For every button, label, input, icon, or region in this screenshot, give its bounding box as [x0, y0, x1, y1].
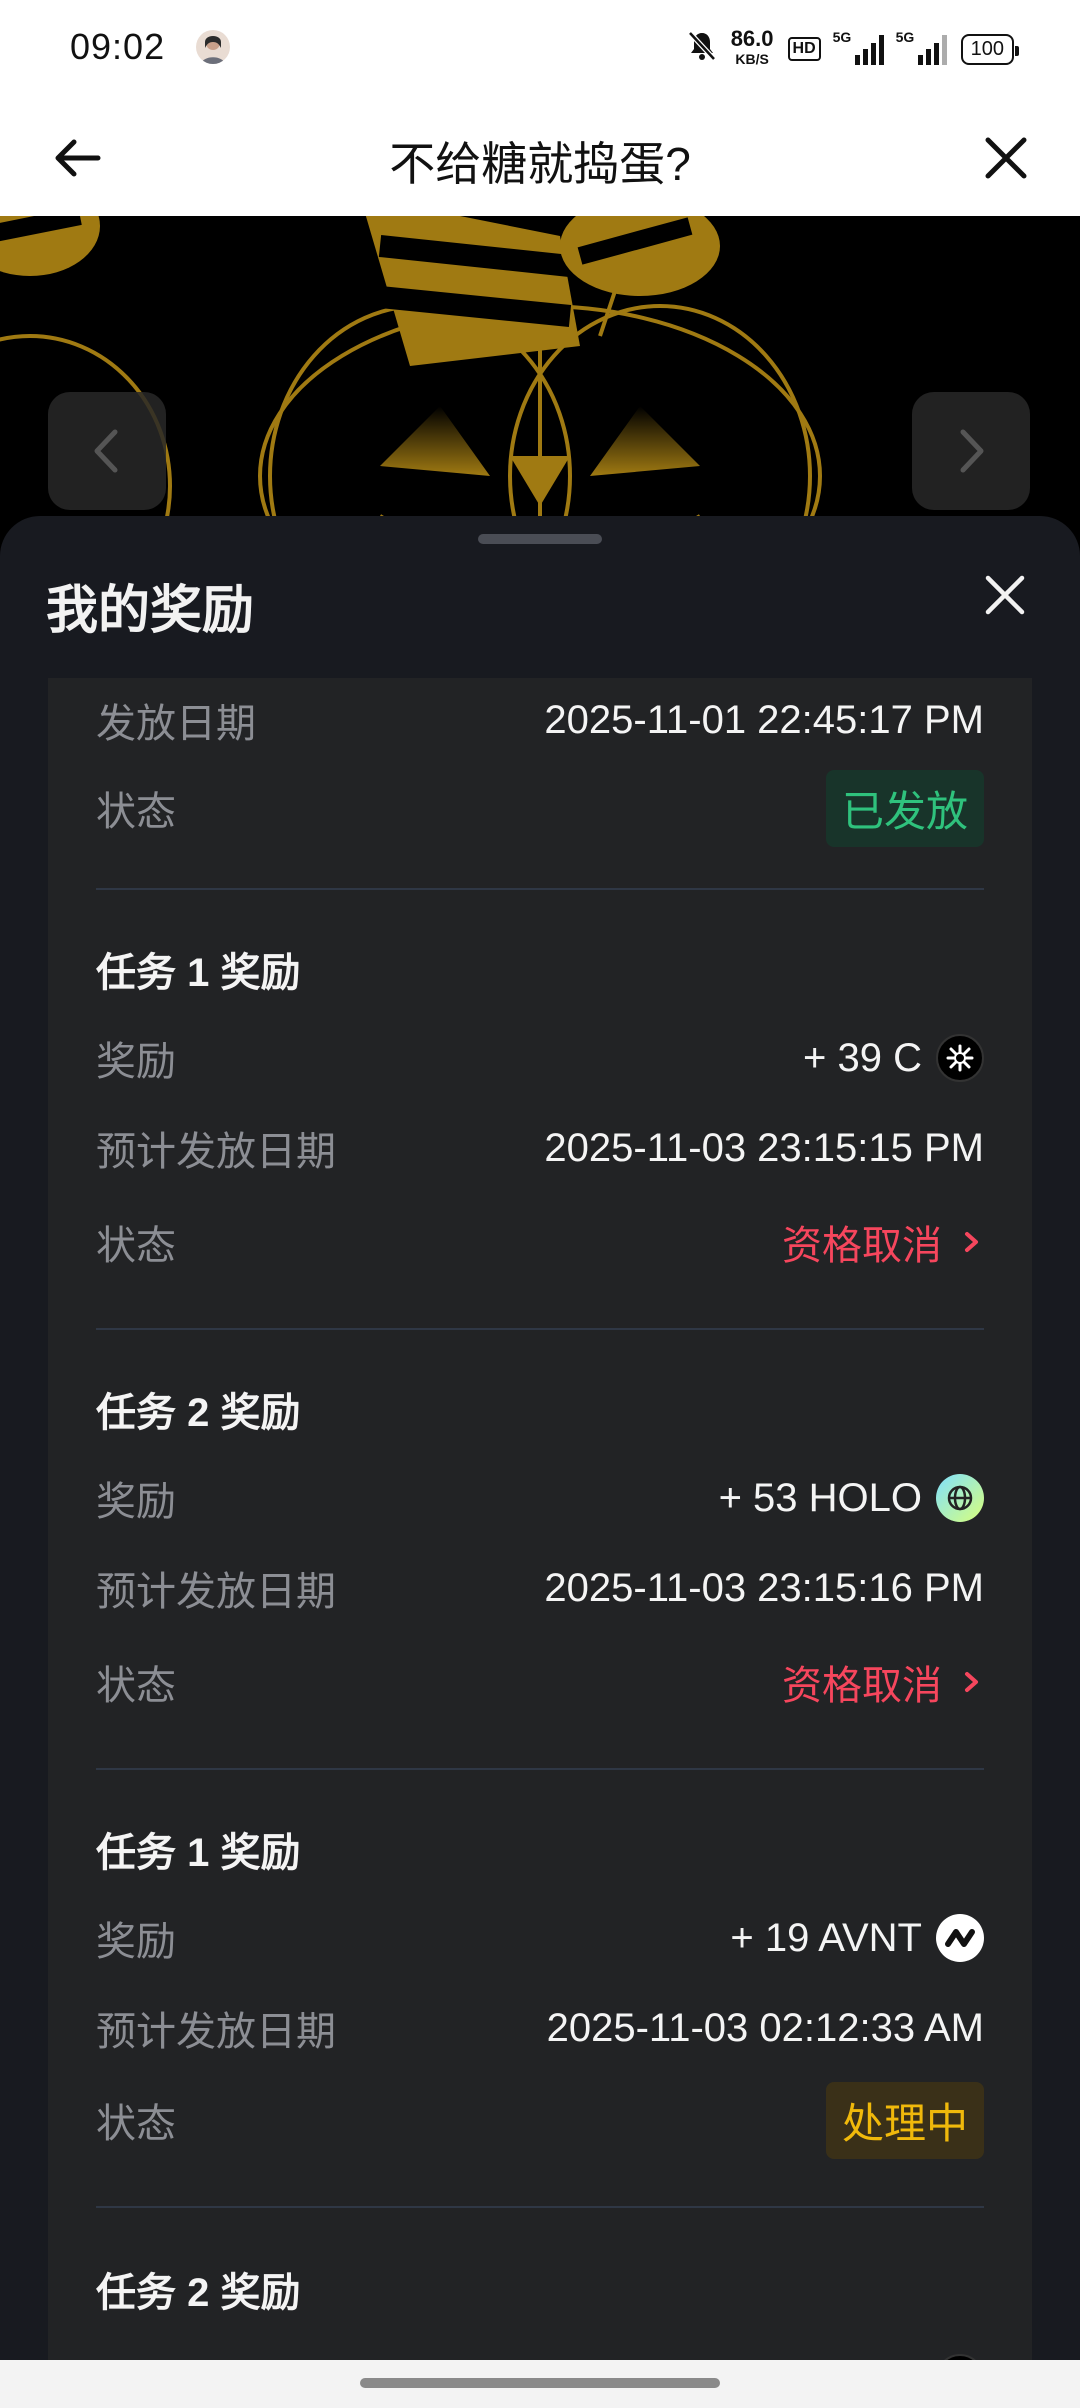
task-title: 任务 2 奖励 [96, 1391, 301, 1435]
close-icon [985, 575, 1025, 615]
reward-label: 奖励 [96, 1920, 176, 1964]
speed-value: 86.0 [730, 26, 774, 51]
c-token-icon [936, 1034, 984, 1082]
status-label: 状态 [96, 2102, 176, 2146]
status-cancelled-text: 资格取消 [782, 1664, 942, 1708]
avatar-icon [196, 30, 230, 64]
reward-value: + 19 AVNT [730, 1914, 984, 1962]
expected-date-label: 预计发放日期 [96, 1570, 336, 1614]
close-icon [985, 137, 1027, 179]
sheet-drag-handle[interactable] [478, 534, 602, 544]
expected-date-label: 预计发放日期 [96, 1130, 336, 1174]
status-cancelled-link[interactable]: 资格取消 [782, 1653, 984, 1711]
mute-bell-icon [687, 30, 717, 68]
status-bar: 09:02 86.0 KB/S HD 5G 5G 100 [0, 0, 1080, 100]
signal-icon-2: 5G [896, 29, 947, 65]
task-title: 任务 2 奖励 [96, 2271, 301, 2315]
expected-date-row: 预计发放日期 2025-11-03 02:12:33 AM [96, 1996, 984, 2060]
divider [96, 888, 984, 890]
carousel-next-button[interactable] [912, 392, 1030, 510]
status-label: 状态 [96, 1664, 176, 1708]
issue-date-row: 发放日期 2025-11-01 22:45:17 PM [96, 688, 984, 752]
network-label-1: 5G [832, 29, 852, 45]
expected-date-value: 2025-11-03 02:12:33 AM [546, 2005, 984, 2050]
network-speed: 86.0 KB/S [730, 26, 774, 69]
divider [96, 2206, 984, 2208]
chevron-left-icon [94, 429, 118, 473]
signal-icon-1: 5G [833, 29, 884, 65]
reward-row: 奖励 + 19 AVNT [96, 1906, 984, 1970]
reward-label: 奖励 [96, 1040, 176, 1084]
reward-row: 奖励 + 39 C [96, 1026, 984, 1090]
top-nav-bar: 不给糖就捣蛋? [0, 100, 1080, 216]
status-label: 状态 [96, 1224, 176, 1268]
issue-date-label: 发放日期 [96, 702, 256, 746]
chevron-right-icon [965, 1672, 978, 1692]
reward-value: + 53 HOLO [719, 1474, 984, 1522]
close-page-button[interactable] [976, 128, 1036, 188]
status-cancelled-text: 资格取消 [782, 1224, 942, 1268]
reward-amount: + 19 AVNT [730, 1915, 922, 1960]
task-title: 任务 1 奖励 [96, 1831, 301, 1875]
close-sheet-button[interactable] [980, 570, 1030, 620]
divider [96, 1768, 984, 1770]
status-time: 09:02 [70, 26, 166, 67]
system-navigation-area [0, 2360, 1080, 2408]
task-title: 任务 1 奖励 [96, 951, 301, 995]
expected-date-value: 2025-11-03 23:15:16 PM [544, 1565, 984, 1610]
status-row: 状态 资格取消 [96, 1210, 984, 1274]
reward-label: 奖励 [96, 1480, 176, 1524]
page-title: 不给糖就捣蛋? [389, 138, 691, 190]
home-indicator[interactable] [360, 2378, 720, 2388]
chevron-right-icon [960, 429, 984, 473]
speed-unit: KB/S [735, 51, 769, 67]
status-icons: 86.0 KB/S HD 5G 5G 100 [687, 26, 1020, 72]
reward-amount: + 39 C [803, 1035, 922, 1080]
chevron-right-icon [965, 1232, 978, 1252]
status-badge-issued: 已发放 [825, 769, 984, 847]
battery-icon: 100 [960, 33, 1020, 65]
holo-token-icon [936, 1474, 984, 1522]
expected-date-row: 预计发放日期 2025-11-03 23:15:15 PM [96, 1116, 984, 1180]
status-label: 状态 [96, 790, 176, 834]
expected-date-value: 2025-11-03 23:15:15 PM [544, 1125, 984, 1170]
reward-value: + 39 C [803, 1034, 984, 1082]
rewards-list[interactable]: 发放日期 2025-11-01 22:45:17 PM 状态 已发放 任务 1 … [48, 678, 1032, 2378]
reward-amount: + 53 HOLO [718, 1475, 922, 1520]
status-row: 状态 资格取消 [96, 1650, 984, 1714]
status-cancelled-link[interactable]: 资格取消 [782, 1213, 984, 1271]
sheet-title: 我的奖励 [46, 582, 255, 640]
hd-icon: HD [787, 37, 821, 61]
carousel-prev-button[interactable] [48, 392, 166, 510]
issue-date-value: 2025-11-01 22:45:17 PM [544, 697, 984, 742]
rewards-bottom-sheet: 我的奖励 发放日期 2025-11-01 22:45:17 PM 状态 已发放 … [0, 516, 1080, 2408]
status-badge-processing: 处理中 [825, 2081, 984, 2159]
divider [96, 1328, 984, 1330]
expected-date-row: 预计发放日期 2025-11-03 23:15:16 PM [96, 1556, 984, 1620]
reward-row: 奖励 + 53 HOLO [96, 1466, 984, 1530]
status-row: 状态 已发放 [96, 769, 984, 847]
avnt-token-icon [936, 1914, 984, 1962]
status-row: 状态 处理中 [96, 2081, 984, 2159]
network-label-2: 5G [895, 29, 915, 45]
expected-date-label: 预计发放日期 [96, 2010, 336, 2054]
